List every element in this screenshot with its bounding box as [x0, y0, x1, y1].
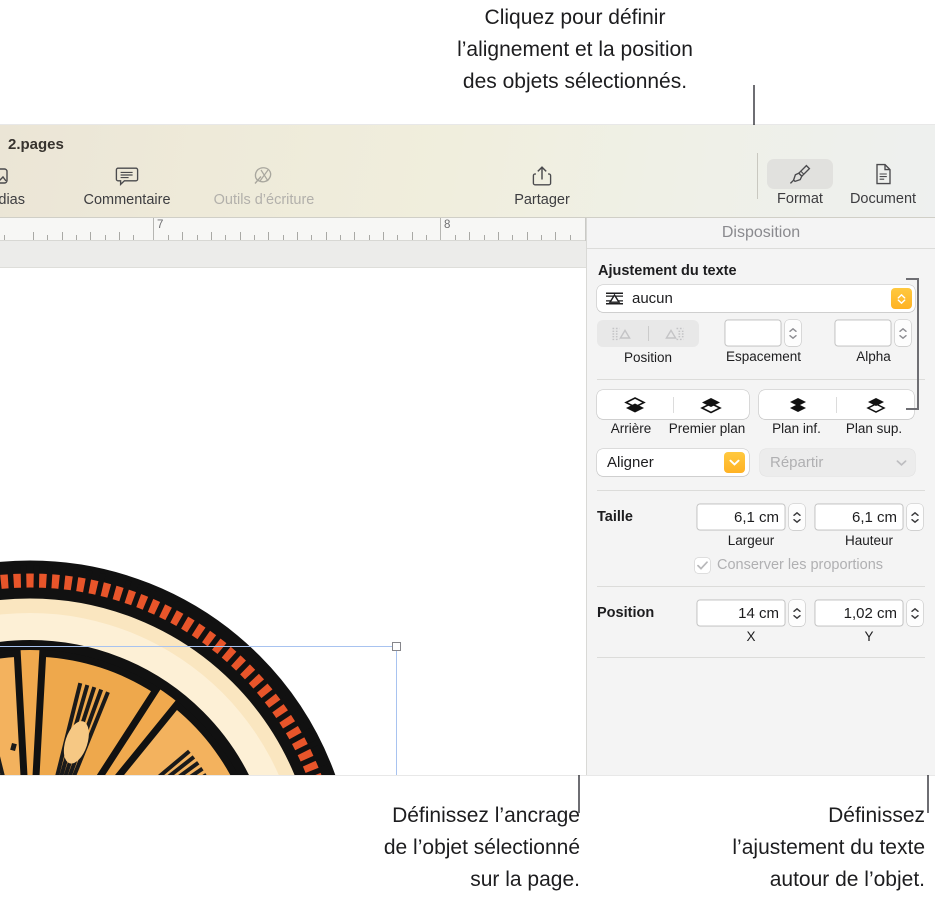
format-sidebar: Disposition Ajustement du texte aucun Po… — [586, 218, 935, 775]
paintbrush-icon — [767, 159, 833, 189]
ruler-label-8: 8 — [444, 219, 451, 231]
layer-section: Arrière Premier plan Plan inf. Plan sup.… — [587, 390, 935, 476]
text-wrap-group-label: Ajustement du texte — [598, 263, 737, 279]
layer-label-forward: Plan sup. — [845, 421, 903, 436]
distribute-label: Répartir — [770, 454, 824, 471]
writing-tools-icon — [252, 163, 276, 189]
layer-label-backward: Plan inf. — [772, 421, 821, 436]
toolbar-label-format: Format — [777, 191, 823, 207]
align-chevron-down-icon[interactable] — [724, 452, 745, 473]
panel-title: Disposition — [587, 218, 935, 249]
document-page-icon — [850, 159, 916, 189]
position-y-input[interactable]: 1,02 cm — [815, 600, 903, 626]
align-popup-button[interactable]: Aligner — [597, 449, 749, 476]
position-x-input[interactable]: 14 cm — [697, 600, 785, 626]
callout-text-bottom-left: Définissez l’ancrage de l’objet sélectio… — [383, 804, 580, 891]
canvas-top-gutter — [0, 241, 586, 268]
distribute-chevron-down-icon — [896, 459, 907, 466]
bring-forward-icon[interactable] — [837, 396, 914, 414]
callout-bracket-text-wrap — [906, 278, 919, 410]
checkmark-icon — [697, 560, 708, 570]
section-divider-3 — [597, 586, 925, 587]
text-wrap-none-icon — [605, 291, 624, 306]
wrap-position-label: Position — [623, 350, 673, 365]
section-divider-2 — [597, 490, 925, 491]
object-selection-frame[interactable] — [0, 642, 401, 775]
selection-handle-top-right[interactable] — [392, 642, 401, 651]
comment-bubble-icon — [115, 163, 139, 189]
toolbar-button-share[interactable]: Partager — [482, 163, 602, 208]
toolbar-button-document[interactable]: Document — [847, 159, 919, 207]
position-y-label: Y — [864, 629, 874, 644]
bring-to-front-icon[interactable] — [674, 396, 750, 414]
text-wrap-select[interactable]: aucun — [597, 285, 915, 312]
window-titlebar: 2.pages timédias Commentaire Outils d’éc… — [0, 125, 935, 218]
toolbar-button-format[interactable]: Format — [764, 159, 836, 207]
size-section: Taille 6,1 cm Largeur 6,1 cm Hauteur Con… — [587, 504, 935, 573]
constrain-proportions-row[interactable]: Conserver les proportions — [695, 557, 925, 573]
section-divider-4 — [597, 657, 925, 658]
media-icon — [0, 163, 9, 189]
toolbar-separator — [757, 153, 758, 199]
send-backward-icon[interactable] — [759, 396, 836, 414]
constrain-proportions-checkbox[interactable] — [695, 557, 710, 573]
width-input[interactable]: 6,1 cm — [697, 504, 785, 530]
alpha-label: Alpha — [856, 349, 891, 364]
toolbar-label-share: Partager — [514, 192, 570, 208]
position-y-stepper[interactable] — [907, 600, 923, 626]
pages-app-window: 2.pages timédias Commentaire Outils d’éc… — [0, 125, 935, 775]
spacing-stepper[interactable] — [785, 320, 802, 346]
height-input[interactable]: 6,1 cm — [815, 504, 903, 530]
constrain-proportions-label: Conserver les proportions — [717, 557, 884, 573]
spacing-input[interactable] — [725, 320, 782, 346]
position-section: Position 14 cm X 1,02 cm Y — [587, 600, 935, 644]
callout-text-top: Cliquez pour définir l’alignement et la … — [457, 6, 693, 93]
position-x-label: X — [746, 629, 756, 644]
horizontal-ruler[interactable]: 7 8 — [0, 218, 586, 241]
toolbar-label-writing-tools: Outils d’écriture — [213, 192, 315, 208]
height-stepper[interactable] — [907, 504, 923, 530]
ruler-label-7: 7 — [157, 219, 164, 231]
wrap-left-icon[interactable] — [597, 327, 648, 341]
wrap-position-segmented-control[interactable] — [597, 320, 699, 347]
wrap-right-icon[interactable] — [649, 327, 700, 341]
text-wrap-select-value: aucun — [632, 290, 673, 307]
position-x-stepper[interactable] — [789, 600, 805, 626]
toolbar-label-document: Document — [849, 191, 917, 207]
width-label: Largeur — [727, 533, 775, 548]
layer-label-front: Premier plan — [668, 421, 746, 436]
position-label: Position — [597, 605, 655, 621]
height-label: Hauteur — [844, 533, 894, 548]
width-stepper[interactable] — [789, 504, 805, 530]
send-to-back-icon[interactable] — [597, 396, 673, 414]
share-icon — [532, 163, 552, 189]
layer-label-back: Arrière — [610, 421, 652, 436]
distribute-popup-button[interactable]: Répartir — [760, 449, 915, 476]
align-label: Aligner — [607, 454, 654, 471]
size-label: Taille — [597, 509, 633, 525]
toolbar-label-media: timédias — [0, 192, 25, 208]
toolbar-button-media[interactable]: timédias — [0, 163, 58, 208]
document-canvas[interactable] — [0, 241, 586, 775]
toolbar-button-comment[interactable]: Commentaire — [67, 163, 187, 208]
toolbar-label-comment: Commentaire — [83, 192, 171, 208]
alpha-input[interactable] — [835, 320, 892, 346]
document-title: 2.pages — [8, 136, 64, 153]
toolbar-button-writing-tools[interactable]: Outils d’écriture — [194, 163, 334, 208]
spacing-label: Espacement — [725, 349, 801, 364]
callout-text-bottom-right: Définissez l’ajustement du texte autour … — [732, 804, 925, 891]
layer-pair-back-front — [597, 390, 749, 419]
section-divider-1 — [597, 379, 925, 380]
layer-pair-backward-forward — [759, 390, 914, 419]
text-wrap-section: Ajustement du texte aucun Position Espac… — [587, 263, 935, 365]
